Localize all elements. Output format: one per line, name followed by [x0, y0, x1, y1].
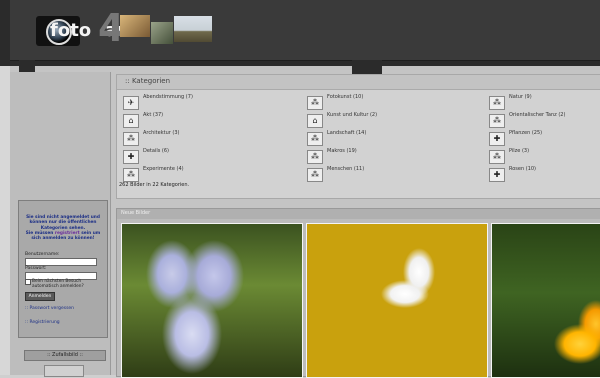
category-label: Makros (19) [327, 148, 357, 154]
category-label: Abendstimmung (7) [143, 94, 193, 100]
password-label: Passwort: [25, 266, 47, 271]
category-label: Pilze (3) [509, 148, 530, 154]
folder-icon: ⁂ [307, 96, 323, 110]
categories-title: :: Kategorien [125, 77, 171, 85]
category-label: Kunst und Kultur (2) [327, 112, 378, 118]
image-thumbnail[interactable] [306, 223, 488, 378]
username-field[interactable] [25, 258, 97, 266]
folder-icon: ⁂ [123, 132, 139, 146]
category-label: Rosen (10) [509, 166, 537, 172]
category-label: Akt (37) [143, 112, 164, 118]
category-label: Natur (9) [509, 94, 532, 100]
folder-icon: ⁂ [307, 168, 323, 182]
logo-word: foto [50, 20, 92, 41]
random-image-header: :: Zufallsbild :: [24, 350, 106, 361]
remember-label: Beim nächsten Besuch automatisch anmelde… [32, 279, 84, 289]
new-images-header: Neue Bilder [117, 209, 600, 219]
header-photo [120, 15, 150, 37]
photo-icon: ⌂ [307, 114, 323, 128]
remember-checkbox[interactable] [25, 279, 31, 285]
category-label: Menschen (11) [327, 166, 365, 172]
category-label: Architektur (3) [143, 130, 180, 136]
random-image-thumbnail[interactable] [44, 365, 84, 377]
header-photo [151, 22, 173, 44]
category-label: Landschaft (14) [327, 130, 367, 136]
login-box: Sie sind nicht angemeldet und können nur… [18, 200, 108, 338]
photo-icon: ✚ [489, 168, 505, 182]
categories-panel: :: Kategorien ✈ Abendstimmung (7) ⌂ Akt (3… [116, 74, 600, 199]
photo-icon: ⌂ [123, 114, 139, 128]
category-label: Experimente (4) [143, 166, 184, 172]
forgot-password-link[interactable]: :: Passwort vergessen [25, 306, 74, 311]
image-thumbnail[interactable] [121, 223, 303, 378]
registration-link[interactable]: :: Registrierung [25, 320, 60, 325]
folder-icon: ⁂ [489, 96, 505, 110]
image-thumbnail[interactable] [491, 223, 600, 378]
left-gutter [0, 66, 10, 375]
photo-icon: ✈ [123, 96, 139, 110]
folder-icon: ⁂ [489, 150, 505, 164]
categories-summary: 262 Bilder in 22 Kategorien. [119, 182, 190, 188]
new-images-title: Neue Bilder [121, 210, 151, 216]
random-image-title: :: Zufallsbild :: [47, 352, 83, 358]
login-button[interactable]: Anmelden [25, 292, 55, 301]
username-label: Benutzername: [25, 252, 60, 257]
category-label: Orientalischer Tanz (2) [509, 112, 566, 118]
photo-icon: ✚ [489, 132, 505, 146]
login-message: Sie sind nicht angemeldet und können nur… [23, 215, 103, 241]
login-message-text: Sie sind nicht angemeldet und können nur… [26, 215, 100, 231]
folder-icon: ⁂ [307, 132, 323, 146]
folder-icon: ⁂ [489, 114, 505, 128]
category-label: Fotokunst (10) [327, 94, 364, 100]
category-label: Details (6) [143, 148, 170, 154]
photo-icon: ✚ [123, 150, 139, 164]
header-photo [174, 16, 212, 42]
categories-header: :: Kategorien [117, 75, 600, 90]
category-label: Pflanzen (25) [509, 130, 543, 136]
folder-icon: ⁂ [307, 150, 323, 164]
folder-icon: ⁂ [123, 168, 139, 182]
new-images-panel: Neue Bilder [116, 208, 600, 378]
